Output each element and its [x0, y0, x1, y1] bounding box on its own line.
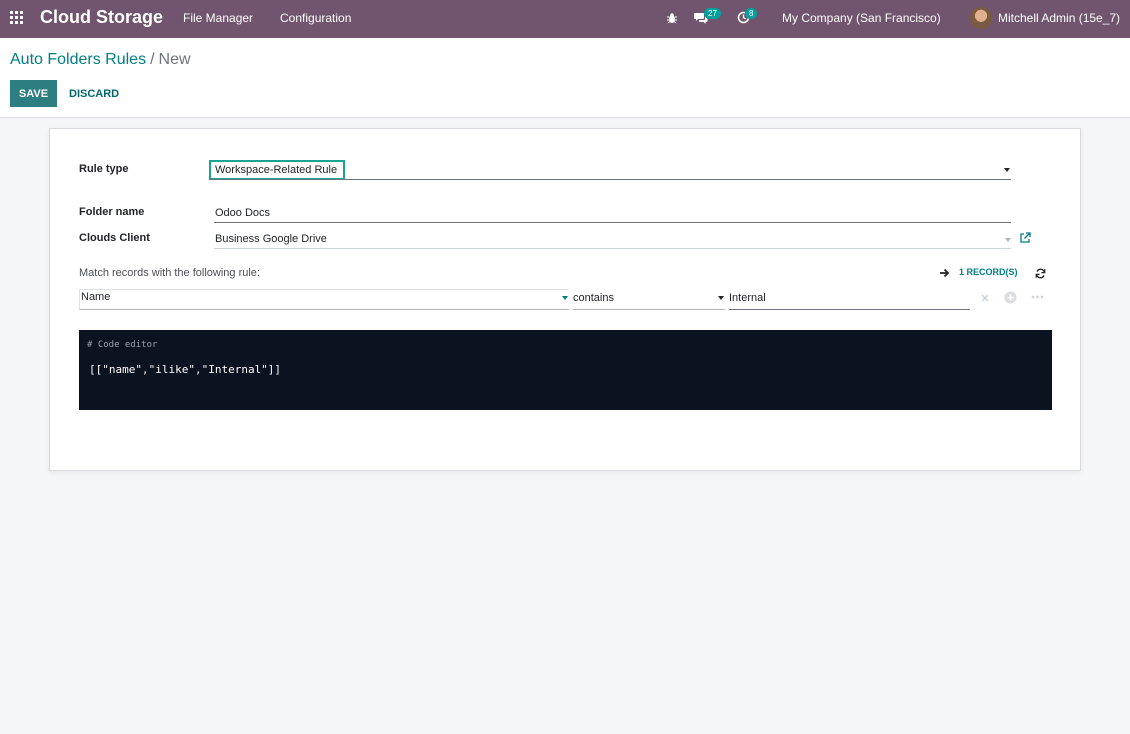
save-button[interactable]: SAVE: [10, 80, 57, 107]
user-menu[interactable]: Mitchell Admin (15e_7): [998, 11, 1120, 25]
breadcrumb-current: New: [158, 51, 191, 68]
rule-type-label: Rule type: [79, 163, 129, 175]
clouds-client-select[interactable]: [214, 230, 1011, 249]
code-editor[interactable]: # Code editor [["name","ilike","Internal…: [79, 330, 1052, 410]
apps-menu-icon[interactable]: [10, 11, 25, 26]
external-link-icon[interactable]: [1019, 232, 1031, 244]
clouds-client-caret-icon[interactable]: [1005, 238, 1011, 242]
delete-rule-icon[interactable]: [981, 294, 989, 302]
messages-count-badge: 27: [704, 8, 721, 19]
control-panel: Auto Folders Rules / New SAVE DISCARD: [0, 38, 1130, 118]
menu-file-manager[interactable]: File Manager: [183, 11, 253, 25]
domain-operator-caret-icon[interactable]: [718, 296, 724, 300]
domain-operator-value: contains: [573, 292, 614, 304]
domain-field-selector[interactable]: [79, 289, 569, 310]
breadcrumb-parent[interactable]: Auto Folders Rules: [10, 51, 146, 68]
company-switcher[interactable]: My Company (San Francisco): [782, 11, 941, 25]
rule-type-value: Workspace-Related Rule: [215, 164, 338, 176]
code-editor-content: [["name","ilike","Internal"]]: [89, 363, 282, 376]
folder-name-input[interactable]: [214, 205, 1011, 223]
add-rule-icon[interactable]: [1004, 291, 1017, 304]
menu-configuration[interactable]: Configuration: [280, 11, 351, 25]
domain-field-value: Name: [81, 291, 111, 303]
top-navbar: Cloud Storage File Manager Configuration…: [0, 0, 1130, 38]
activities-count-badge: 8: [745, 8, 758, 19]
folder-name-value: Odoo Docs: [215, 207, 271, 219]
breadcrumb-separator: /: [150, 51, 155, 68]
discard-button[interactable]: DISCARD: [62, 80, 126, 107]
rule-type-caret-icon[interactable]: [1004, 168, 1010, 172]
domain-field-caret-icon[interactable]: [562, 296, 568, 300]
arrow-right-icon[interactable]: [939, 268, 950, 278]
debug-bug-icon[interactable]: [666, 12, 678, 24]
app-brand[interactable]: Cloud Storage: [40, 7, 163, 28]
domain-value-text: Internal: [729, 292, 766, 304]
domain-description: Match records with the following rule:: [79, 267, 260, 279]
code-editor-comment: # Code editor: [87, 340, 158, 350]
form-sheet: Rule type Workspace-Related Rule Folder …: [49, 128, 1081, 471]
breadcrumb: Auto Folders Rules / New: [10, 51, 191, 69]
folder-name-label: Folder name: [79, 206, 145, 218]
more-options-icon[interactable]: [1031, 295, 1044, 299]
user-avatar[interactable]: [970, 7, 992, 29]
records-count-link[interactable]: 1 RECORD(S): [959, 267, 1018, 277]
refresh-icon[interactable]: [1035, 268, 1046, 279]
clouds-client-label: Clouds Client: [79, 232, 150, 244]
clouds-client-value: Business Google Drive: [215, 233, 327, 245]
